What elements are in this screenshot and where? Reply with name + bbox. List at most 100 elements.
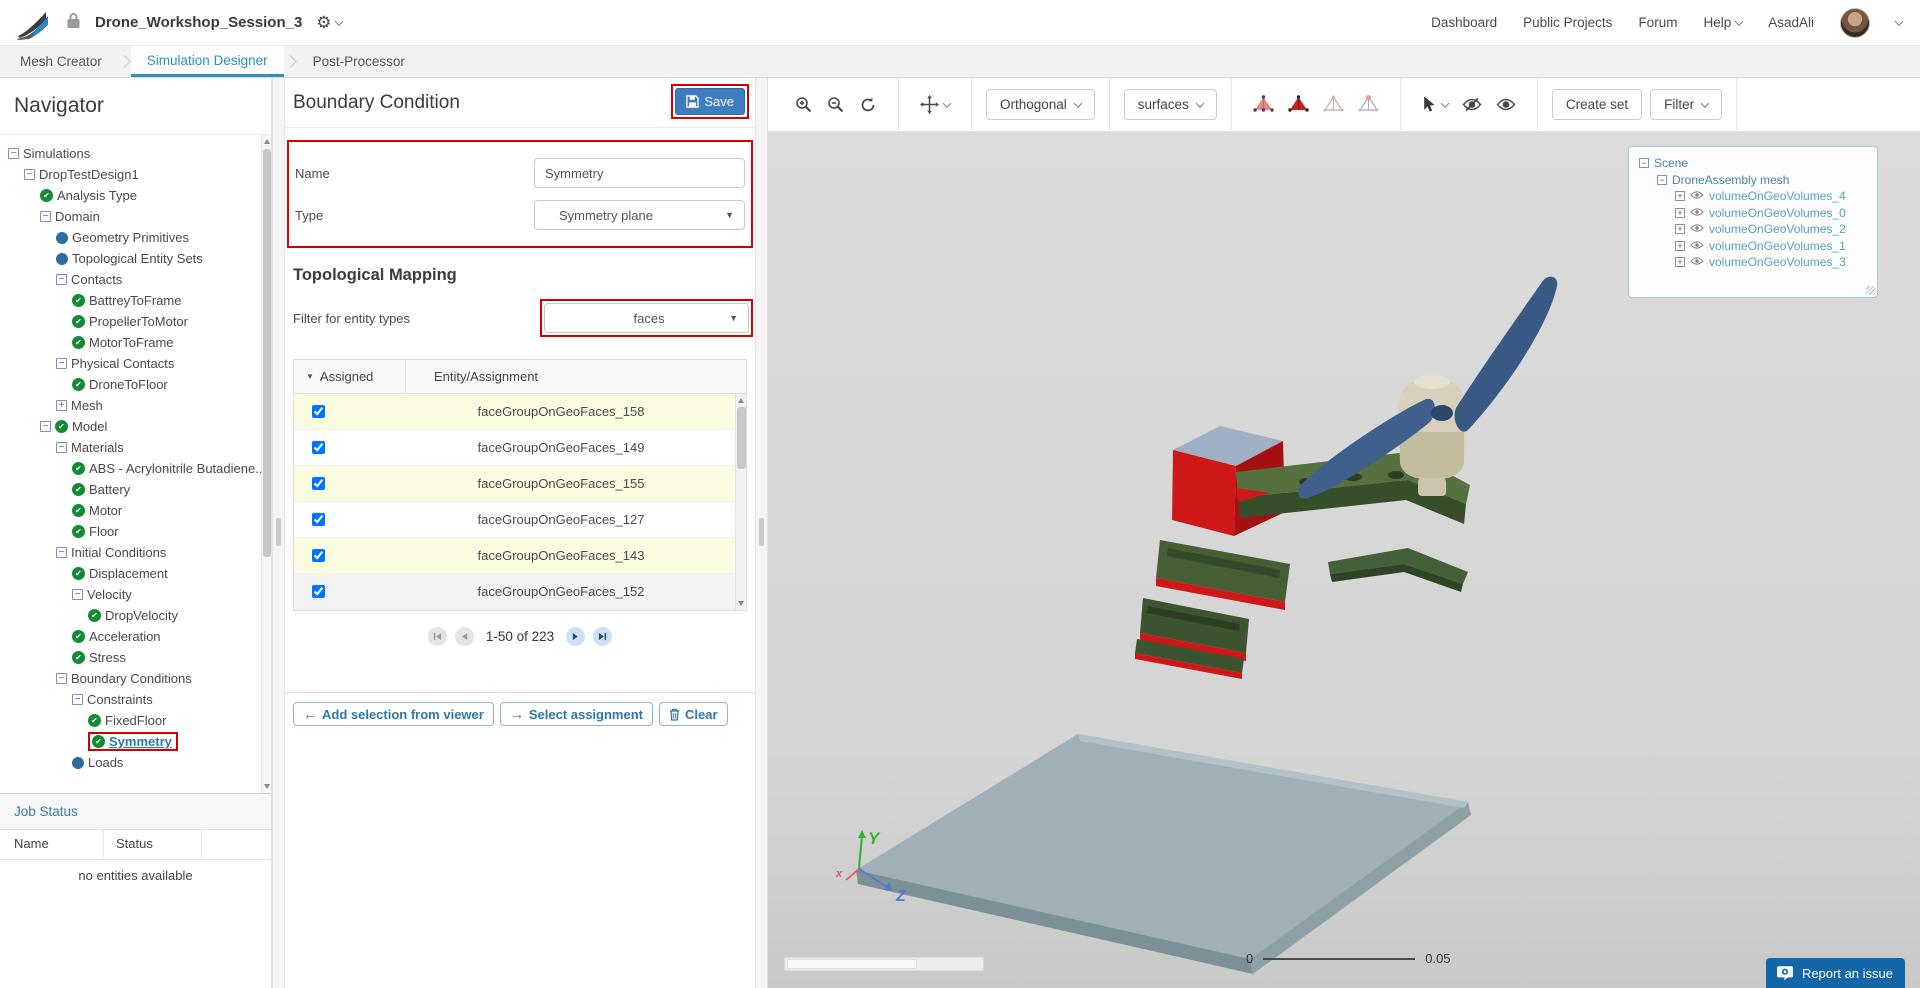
- assigned-checkbox[interactable]: [312, 513, 325, 526]
- nav-link-asadali[interactable]: AsadAli: [1768, 15, 1814, 30]
- tet-solid-icon[interactable]: [1253, 95, 1274, 114]
- tree-item-materials[interactable]: − Materials: [0, 437, 259, 458]
- collapse-icon[interactable]: −: [56, 442, 67, 453]
- visibility-eye-icon[interactable]: [1690, 239, 1704, 253]
- reset-view-icon[interactable]: [859, 96, 877, 114]
- assigned-checkbox[interactable]: [312, 585, 325, 598]
- tree-item-analysis-type[interactable]: ✔ Analysis Type: [0, 185, 259, 206]
- name-input[interactable]: [534, 158, 745, 188]
- collapse-icon[interactable]: −: [56, 358, 67, 369]
- tree-item-floor[interactable]: ✔ Floor: [0, 521, 259, 542]
- app-logo[interactable]: [16, 5, 50, 40]
- nav-link-forum[interactable]: Forum: [1638, 15, 1677, 30]
- table-scrollbar-thumb[interactable]: [737, 407, 746, 469]
- collapse-icon[interactable]: −: [40, 211, 51, 222]
- tab-post-processor[interactable]: Post-Processor: [297, 46, 421, 77]
- slider-thumb[interactable]: [787, 959, 917, 969]
- prev-page-button[interactable]: [454, 627, 474, 646]
- scene-item-volumeongeovolumes-3[interactable]: + volumeOnGeoVolumes_3: [1639, 254, 1867, 271]
- table-row-facegroupongeofaces-149[interactable]: faceGroupOnGeoFaces_149: [294, 430, 746, 466]
- assigned-checkbox[interactable]: [312, 549, 325, 562]
- zoom-in-icon[interactable]: [795, 96, 813, 114]
- tree-item-simulations[interactable]: − Simulations: [0, 143, 259, 164]
- collapse-icon[interactable]: −: [72, 589, 83, 600]
- scene-item-droneassembly-mesh[interactable]: − DroneAssembly mesh: [1639, 172, 1867, 189]
- viewer-filter-button[interactable]: Filter: [1650, 89, 1723, 120]
- tet-wireframe-icon[interactable]: [1323, 95, 1344, 114]
- expand-icon[interactable]: +: [1675, 240, 1685, 251]
- scroll-up-icon[interactable]: [738, 398, 744, 403]
- table-row-facegroupongeofaces-127[interactable]: faceGroupOnGeoFaces_127: [294, 502, 746, 538]
- project-settings-button[interactable]: ⚙: [316, 14, 343, 31]
- collapse-icon[interactable]: −: [40, 421, 51, 432]
- projection-mode-select[interactable]: Orthogonal: [986, 89, 1095, 120]
- assigned-checkbox[interactable]: [312, 477, 325, 490]
- tree-item-stress[interactable]: ✔ Stress: [0, 647, 259, 668]
- entity-type-select[interactable]: faces ▼: [544, 303, 749, 333]
- add-selection-from-viewer-button[interactable]: ← Add selection from viewer: [293, 702, 494, 726]
- tree-item-initial-conditions[interactable]: − Initial Conditions: [0, 542, 259, 563]
- table-row-facegroupongeofaces-155[interactable]: faceGroupOnGeoFaces_155: [294, 466, 746, 502]
- tree-item-motortoframe[interactable]: ✔ MotorToFrame: [0, 332, 259, 353]
- tet-nodes-icon[interactable]: [1358, 95, 1379, 114]
- expand-icon[interactable]: +: [1675, 257, 1685, 268]
- scene-tree-resize-handle[interactable]: [1866, 286, 1875, 295]
- navigator-scrollbar[interactable]: [261, 135, 271, 793]
- first-page-button[interactable]: [427, 627, 447, 646]
- expand-icon[interactable]: +: [1675, 207, 1685, 218]
- expand-icon[interactable]: +: [1675, 224, 1685, 235]
- tree-item-topological-entity-sets[interactable]: Topological Entity Sets: [0, 248, 259, 269]
- avatar[interactable]: [1840, 7, 1870, 38]
- navigator-resize-handle[interactable]: [272, 78, 285, 988]
- tree-item-dropvelocity[interactable]: ✔ DropVelocity: [0, 605, 259, 626]
- scroll-down-icon[interactable]: [264, 784, 270, 789]
- viewer-canvas[interactable]: Y Z x − Scene − DroneAssembly mesh + volumeOn…: [768, 132, 1920, 988]
- scene-item-scene[interactable]: − Scene: [1639, 155, 1867, 172]
- tree-item-domain[interactable]: − Domain: [0, 206, 259, 227]
- table-row-facegroupongeofaces-143[interactable]: faceGroupOnGeoFaces_143: [294, 538, 746, 574]
- expand-icon[interactable]: +: [1675, 191, 1685, 202]
- table-row-facegroupongeofaces-152[interactable]: faceGroupOnGeoFaces_152: [294, 574, 746, 610]
- save-button[interactable]: Save: [675, 88, 745, 115]
- assigned-checkbox[interactable]: [312, 405, 325, 418]
- render-mode-select[interactable]: surfaces: [1123, 89, 1217, 120]
- create-set-button[interactable]: Create set: [1551, 89, 1643, 120]
- nav-link-dashboard[interactable]: Dashboard: [1431, 15, 1497, 30]
- tree-item-droptestdesign1[interactable]: − DropTestDesign1: [0, 164, 259, 185]
- last-page-button[interactable]: [593, 627, 613, 646]
- nav-link-help[interactable]: Help: [1703, 15, 1744, 30]
- tree-item-displacement[interactable]: ✔ Displacement: [0, 563, 259, 584]
- scene-item-volumeongeovolumes-1[interactable]: + volumeOnGeoVolumes_1: [1639, 238, 1867, 255]
- entity-column-header[interactable]: Entity/Assignment: [406, 369, 746, 384]
- tree-item-physical-contacts[interactable]: − Physical Contacts: [0, 353, 259, 374]
- resize-grip[interactable]: [759, 518, 764, 546]
- pan-tool-button[interactable]: [920, 95, 952, 114]
- type-select[interactable]: Symmetry plane ▼: [534, 200, 745, 230]
- navigator-scrollbar-thumb[interactable]: [263, 149, 271, 557]
- tree-item-constraints[interactable]: − Constraints: [0, 689, 259, 710]
- scene-item-volumeongeovolumes-2[interactable]: + volumeOnGeoVolumes_2: [1639, 221, 1867, 238]
- collapse-icon[interactable]: −: [1657, 174, 1667, 185]
- tab-mesh-creator[interactable]: Mesh Creator: [4, 46, 118, 77]
- tree-item-motor[interactable]: ✔ Motor: [0, 500, 259, 521]
- collapse-icon[interactable]: −: [56, 673, 67, 684]
- next-page-button[interactable]: [566, 627, 586, 646]
- tree-item-boundary-conditions[interactable]: − Boundary Conditions: [0, 668, 259, 689]
- scroll-up-icon[interactable]: [264, 139, 270, 144]
- assigned-checkbox[interactable]: [312, 441, 325, 454]
- collapse-icon[interactable]: −: [1639, 158, 1649, 169]
- tab-simulation-designer[interactable]: Simulation Designer: [130, 46, 284, 77]
- tree-item-model[interactable]: − ✔ Model: [0, 416, 259, 437]
- assigned-column-header[interactable]: ▼ Assigned: [294, 360, 406, 393]
- tree-item-abs-acrylonitrile-butadiene[interactable]: ✔ ABS - Acrylonitrile Butadiene...: [0, 458, 266, 479]
- tree-item-geometry-primitives[interactable]: Geometry Primitives: [0, 227, 259, 248]
- user-menu-chevron-icon[interactable]: [1894, 16, 1904, 26]
- tree-item-battreytoframe[interactable]: ✔ BattreyToFrame: [0, 290, 259, 311]
- scroll-down-icon[interactable]: [738, 601, 744, 606]
- visibility-eye-icon[interactable]: [1690, 222, 1704, 236]
- select-assignment-button[interactable]: → Select assignment: [499, 702, 653, 726]
- tree-item-acceleration[interactable]: ✔ Acceleration: [0, 626, 259, 647]
- clear-button[interactable]: Clear: [658, 702, 728, 726]
- collapse-icon[interactable]: −: [8, 148, 19, 159]
- report-issue-button[interactable]: Report an issue: [1765, 958, 1905, 988]
